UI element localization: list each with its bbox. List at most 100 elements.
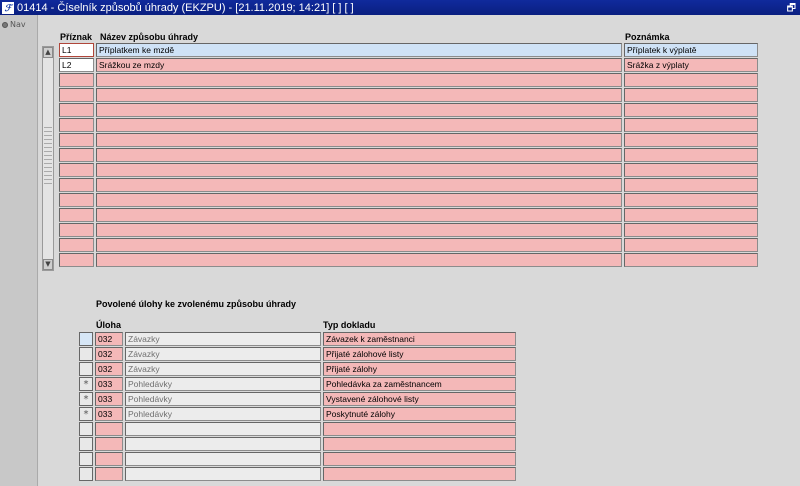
task-name-cell[interactable]	[125, 437, 321, 451]
doc-type-cell[interactable]	[323, 437, 516, 451]
doc-type-cell[interactable]: Přijaté zálohy	[323, 362, 516, 376]
scroll-up-icon[interactable]: ▲	[43, 47, 53, 58]
code-cell[interactable]: L1	[59, 43, 94, 57]
row-marker[interactable]	[79, 422, 93, 436]
table-row[interactable]	[59, 103, 760, 118]
note-cell[interactable]	[624, 118, 758, 132]
table-row[interactable]	[59, 163, 760, 178]
note-cell[interactable]	[624, 133, 758, 147]
table-row[interactable]: * 033 Pohledávky Pohledávka za zaměstnancem	[79, 377, 518, 392]
table-row[interactable]	[59, 223, 760, 238]
row-marker[interactable]: *	[79, 377, 93, 391]
doc-type-cell[interactable]	[323, 452, 516, 466]
note-cell[interactable]	[624, 88, 758, 102]
doc-type-cell[interactable]: Pohledávka za zaměstnancem	[323, 377, 516, 391]
table-row[interactable]	[59, 178, 760, 193]
name-cell[interactable]	[96, 208, 622, 222]
table-row[interactable]: * 033 Pohledávky Poskytnuté zálohy	[79, 407, 518, 422]
task-code-cell[interactable]: 033	[95, 392, 123, 406]
row-marker[interactable]	[79, 467, 93, 481]
row-marker[interactable]	[79, 332, 93, 346]
table-row[interactable]	[79, 422, 518, 437]
scroll-down-icon[interactable]: ▼	[43, 259, 53, 270]
doc-type-cell[interactable]: Přijaté zálohové listy	[323, 347, 516, 361]
task-name-cell[interactable]: Pohledávky	[125, 377, 321, 391]
doc-type-cell[interactable]: Závazek k zaměstnanci	[323, 332, 516, 346]
table-row[interactable]	[79, 437, 518, 452]
task-code-cell[interactable]	[95, 437, 123, 451]
name-cell[interactable]	[96, 133, 622, 147]
table-row[interactable]: 032 Závazky Přijaté zálohové listy	[79, 347, 518, 362]
task-name-cell[interactable]: Pohledávky	[125, 392, 321, 406]
name-cell[interactable]	[96, 223, 622, 237]
task-name-cell[interactable]	[125, 452, 321, 466]
name-cell[interactable]	[96, 253, 622, 267]
code-cell[interactable]	[59, 118, 94, 132]
vertical-scrollbar[interactable]: ▲ ▼	[42, 46, 54, 271]
task-code-cell[interactable]: 033	[95, 407, 123, 421]
task-code-cell[interactable]	[95, 422, 123, 436]
note-cell[interactable]	[624, 103, 758, 117]
code-cell[interactable]	[59, 208, 94, 222]
row-marker[interactable]	[79, 452, 93, 466]
table-row[interactable]	[79, 467, 518, 482]
name-cell[interactable]	[96, 88, 622, 102]
note-cell[interactable]	[624, 178, 758, 192]
note-cell[interactable]: Příplatek k výplatě	[624, 43, 758, 57]
name-cell[interactable]: Příplatkem ke mzdě	[96, 43, 622, 57]
table-row[interactable]	[79, 452, 518, 467]
code-cell[interactable]	[59, 148, 94, 162]
table-row[interactable]: 032 Závazky Závazek k zaměstnanci	[79, 332, 518, 347]
task-code-cell[interactable]: 032	[95, 347, 123, 361]
row-marker[interactable]	[79, 362, 93, 376]
note-cell[interactable]	[624, 223, 758, 237]
code-cell[interactable]	[59, 238, 94, 252]
task-name-cell[interactable]: Pohledávky	[125, 407, 321, 421]
table-row[interactable]: L2 Srážkou ze mzdy Srážka z výplaty	[59, 58, 760, 73]
doc-type-cell[interactable]	[323, 422, 516, 436]
table-row[interactable]: * 033 Pohledávky Vystavené zálohové listy	[79, 392, 518, 407]
doc-type-cell[interactable]: Poskytnuté zálohy	[323, 407, 516, 421]
name-cell[interactable]	[96, 163, 622, 177]
task-name-cell[interactable]	[125, 422, 321, 436]
doc-type-cell[interactable]: Vystavené zálohové listy	[323, 392, 516, 406]
table-row[interactable]	[59, 193, 760, 208]
code-cell[interactable]	[59, 88, 94, 102]
code-cell[interactable]	[59, 133, 94, 147]
task-code-cell[interactable]: 032	[95, 362, 123, 376]
row-marker[interactable]	[79, 437, 93, 451]
note-cell[interactable]: Srážka z výplaty	[624, 58, 758, 72]
table-row[interactable]	[59, 208, 760, 223]
doc-type-cell[interactable]	[323, 467, 516, 481]
note-cell[interactable]	[624, 148, 758, 162]
task-name-cell[interactable]	[125, 467, 321, 481]
note-cell[interactable]	[624, 253, 758, 267]
code-cell[interactable]	[59, 253, 94, 267]
task-code-cell[interactable]	[95, 452, 123, 466]
note-cell[interactable]	[624, 193, 758, 207]
code-cell[interactable]	[59, 163, 94, 177]
table-row[interactable]	[59, 118, 760, 133]
row-marker[interactable]	[79, 347, 93, 361]
table-row[interactable]	[59, 238, 760, 253]
row-marker[interactable]: *	[79, 392, 93, 406]
note-cell[interactable]	[624, 73, 758, 87]
table-row[interactable]	[59, 88, 760, 103]
task-name-cell[interactable]: Závazky	[125, 362, 321, 376]
code-cell[interactable]	[59, 103, 94, 117]
name-cell[interactable]	[96, 148, 622, 162]
name-cell[interactable]	[96, 193, 622, 207]
code-cell[interactable]	[59, 178, 94, 192]
table-row[interactable]: L1 Příplatkem ke mzdě Příplatek k výplatě	[59, 43, 760, 58]
name-cell[interactable]	[96, 118, 622, 132]
table-row[interactable]	[59, 133, 760, 148]
note-cell[interactable]	[624, 238, 758, 252]
table-row[interactable]: 032 Závazky Přijaté zálohy	[79, 362, 518, 377]
code-cell[interactable]	[59, 73, 94, 87]
note-cell[interactable]	[624, 208, 758, 222]
task-code-cell[interactable]: 032	[95, 332, 123, 346]
name-cell[interactable]	[96, 103, 622, 117]
code-cell[interactable]	[59, 193, 94, 207]
code-cell[interactable]: L2	[59, 58, 94, 72]
scroll-thumb[interactable]	[44, 127, 52, 187]
